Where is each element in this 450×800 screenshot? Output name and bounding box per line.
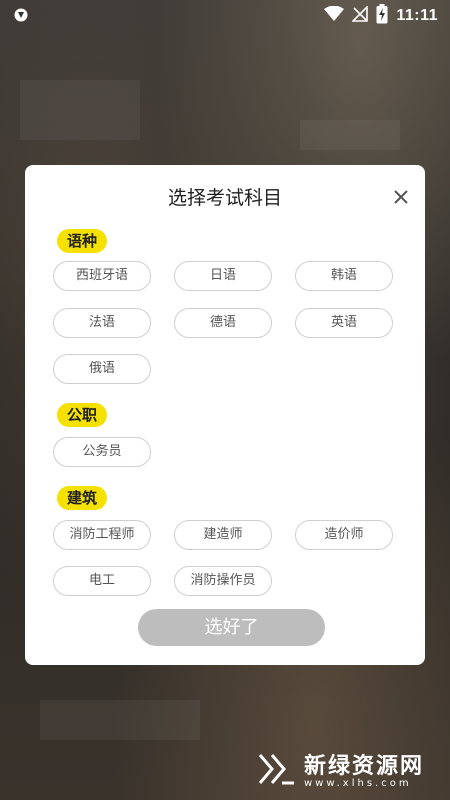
section-tag-public-service: 公职	[57, 403, 108, 427]
dialog-title: 选择考试科目	[167, 187, 282, 209]
status-bar: 11:11	[0, 0, 450, 32]
option-fire-engineer[interactable]: 消防工程师	[53, 520, 151, 550]
option-spanish[interactable]: 西班牙语	[53, 261, 151, 291]
confirm-button[interactable]: 选好了	[138, 609, 325, 646]
wifi-icon	[324, 5, 345, 26]
background-blur-shape	[300, 120, 400, 150]
option-fire-operator[interactable]: 消防操作员	[174, 566, 272, 596]
section-tag-language: 语种	[57, 229, 108, 253]
background-blur-shape	[20, 80, 140, 140]
watermark-title: 新绿资源网	[304, 754, 425, 779]
option-russian[interactable]: 俄语	[53, 354, 151, 384]
status-time: 11:11	[396, 7, 438, 24]
watermark-url: www.xlhs.com	[304, 778, 412, 789]
subject-selection-dialog: 选择考试科目 语种 西班牙语 日语 韩语 法语 德语 英语 俄语 公职 公务员 …	[25, 165, 425, 665]
option-cost-engineer[interactable]: 造价师	[295, 520, 393, 550]
option-english[interactable]: 英语	[295, 308, 393, 338]
battery-charging-icon	[376, 4, 388, 28]
option-french[interactable]: 法语	[53, 308, 151, 338]
watermark: 新绿资源网 www.xlhs.com	[258, 748, 424, 789]
option-german[interactable]: 德语	[174, 308, 272, 338]
shield-icon	[14, 7, 28, 26]
option-korean[interactable]: 韩语	[295, 261, 393, 291]
background-blur-shape	[40, 700, 200, 740]
option-japanese[interactable]: 日语	[174, 261, 272, 291]
section-tag-construction: 建筑	[57, 486, 108, 510]
watermark-logo-icon	[258, 753, 294, 784]
option-builder[interactable]: 建造师	[174, 520, 272, 550]
option-civil-servant[interactable]: 公务员	[53, 437, 151, 467]
option-electrician[interactable]: 电工	[53, 566, 151, 596]
no-signal-icon	[351, 5, 369, 26]
close-icon[interactable]	[389, 185, 413, 209]
